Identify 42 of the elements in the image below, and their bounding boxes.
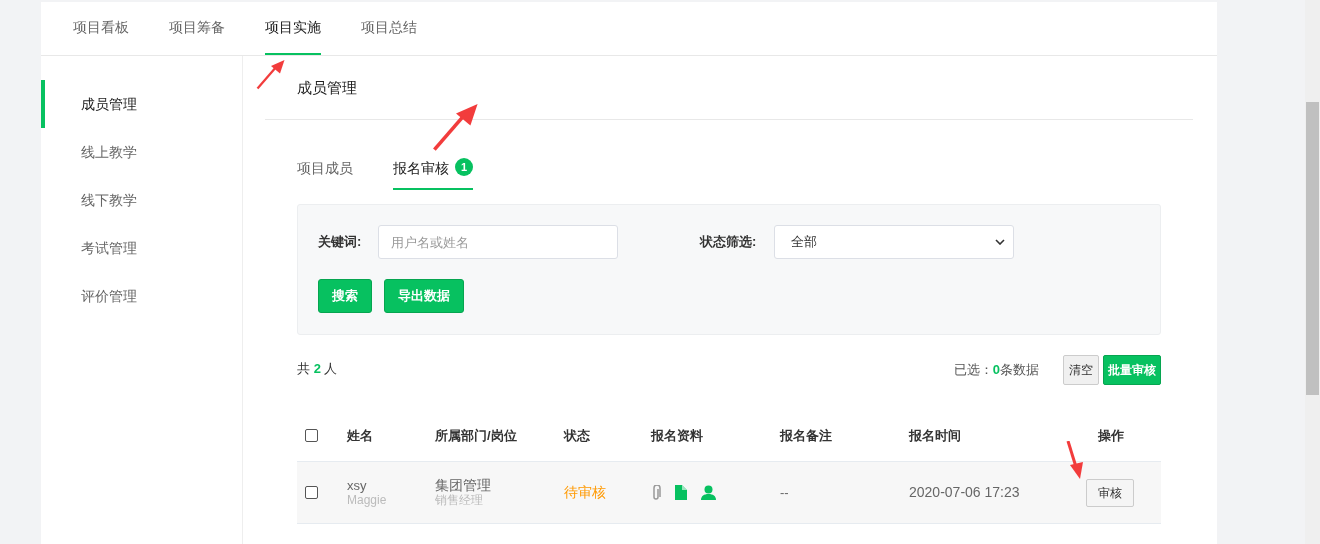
sidebar-item[interactable]: 线下教学 [41, 176, 242, 224]
selected-count: 已选：0条数据 [953, 361, 1039, 380]
column-header: 所属部门/岗位 [435, 426, 518, 445]
sidebar-item[interactable]: 成员管理 [41, 80, 242, 128]
column-header: 报名备注 [780, 426, 833, 445]
status-select[interactable]: 全部 [774, 225, 1014, 259]
sidebar-item[interactable]: 评价管理 [41, 272, 242, 320]
review-button[interactable]: 审核 [1086, 478, 1134, 507]
total-count: 共 2 人 [297, 360, 338, 378]
remark-cell-text: -- [780, 483, 790, 502]
keyword-field[interactable]: 用户名或姓名 [378, 225, 618, 259]
sub-tab[interactable]: 报名审核 1 [393, 158, 473, 190]
sub-tab[interactable]: 项目成员 [297, 158, 353, 190]
checkbox[interactable] [305, 486, 318, 499]
sidebar-item[interactable]: 考试管理 [41, 224, 242, 272]
top-tab[interactable]: 项目筹备 [169, 2, 225, 55]
column-header: 报名时间 [909, 426, 962, 445]
top-tab[interactable]: 项目总结 [361, 2, 417, 55]
department: 集团管理 [435, 477, 492, 493]
clear-button[interactable]: 清空 [1063, 355, 1099, 385]
sidebar-item[interactable]: 线上教学 [41, 128, 242, 176]
column-header: 姓名 [347, 426, 374, 445]
page-title: 成员管理 [297, 78, 357, 99]
member-alias: Maggie [347, 492, 388, 508]
field-label: 状态筛选: [700, 233, 758, 252]
member-name: xsy [347, 477, 368, 493]
column-header: 报名资料 [651, 426, 704, 445]
time-cell-text: 2020-07-06 17:23 [909, 483, 1021, 502]
chevron-down-icon [995, 239, 1005, 245]
file-icon[interactable] [675, 485, 687, 500]
checkbox[interactable] [305, 429, 318, 442]
count-badge: 1 [455, 158, 473, 176]
top-tab[interactable]: 项目看板 [73, 2, 129, 55]
scrollbar-thumb[interactable] [1306, 102, 1319, 395]
annotation-arrow [432, 104, 480, 152]
column-header: 操作 [1097, 426, 1125, 445]
column-header: 状态 [564, 426, 591, 445]
field-label: 关键词: [318, 233, 363, 252]
status-text: 待审核 [564, 483, 607, 502]
annotation-arrow [1066, 441, 1084, 479]
paperclip-icon[interactable] [651, 484, 661, 501]
user-icon[interactable] [701, 485, 716, 500]
